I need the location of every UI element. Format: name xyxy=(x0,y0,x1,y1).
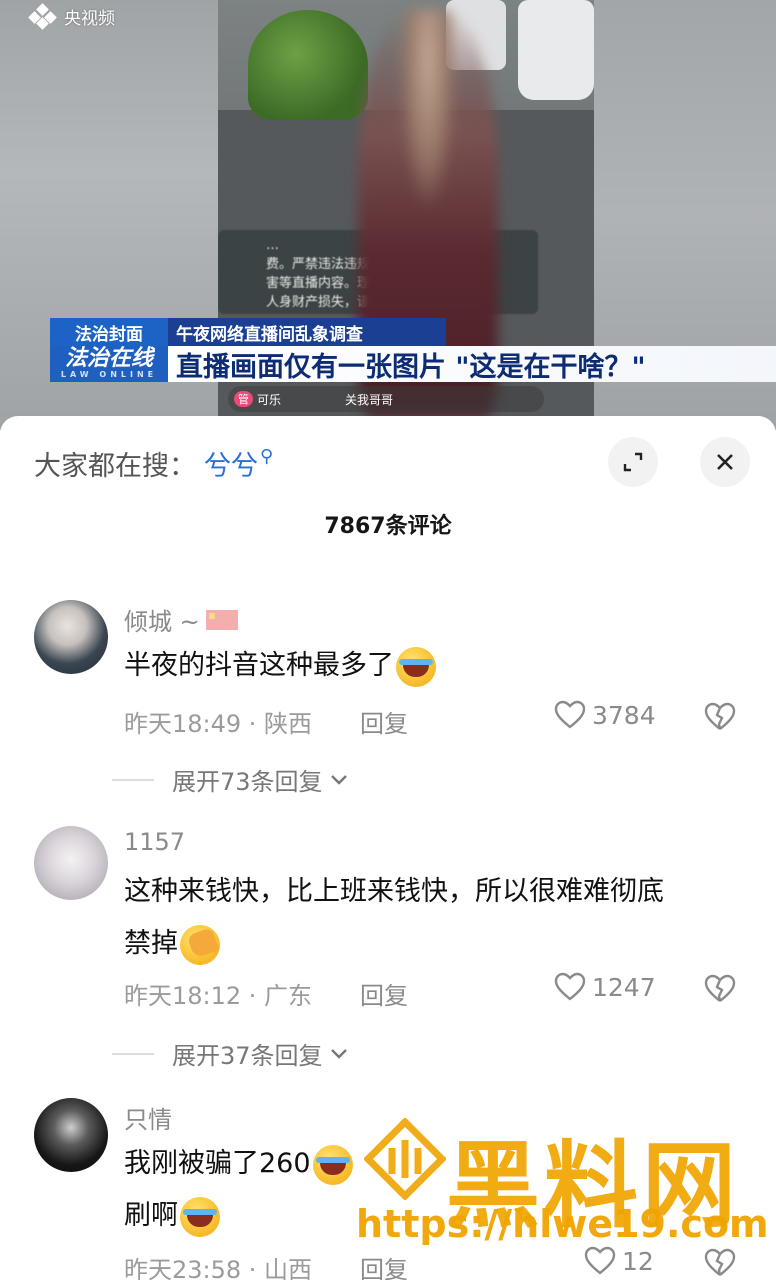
dislike-button[interactable] xyxy=(704,974,736,1008)
comment-meta: 昨天18:12 · 广东 回复 xyxy=(124,976,408,1011)
search-keyword[interactable]: 兮兮 xyxy=(204,444,258,483)
search-icon: ⚲ xyxy=(260,446,274,467)
like-button[interactable]: 12 xyxy=(584,1246,654,1276)
comment-meta: 昨天23:58 · 山西 回复 xyxy=(124,1250,408,1280)
comment-text-line: 刷啊 xyxy=(124,1200,178,1231)
dislike-button[interactable] xyxy=(704,1248,736,1280)
comment-time: 昨天18:49 · 陕西 xyxy=(124,710,313,738)
program-logo-text: 法治在线 xyxy=(64,346,153,371)
dislike-button[interactable] xyxy=(704,702,736,736)
program-logo: 法治在线 LAW ONLINE xyxy=(50,346,168,382)
comment-panel: 大家都在搜： 兮兮 ⚲ 7867条评论 倾城 ~ 半夜的抖音这种最多了 昨天18… xyxy=(0,416,776,1280)
comment-text-line: 禁掉 xyxy=(124,928,178,959)
channel-name: 央视频 xyxy=(64,9,115,29)
like-count: 3784 xyxy=(592,700,656,730)
like-button[interactable]: 3784 xyxy=(554,700,656,730)
crying-emoji-icon xyxy=(180,1196,220,1237)
username[interactable]: 只情 xyxy=(124,1100,172,1135)
crying-emoji-icon xyxy=(396,646,436,687)
username-text: 只情 xyxy=(124,1106,172,1134)
close-icon xyxy=(717,454,733,470)
comment-text: 这种来钱快，比上班来钱快，所以很难难彻底 禁掉 xyxy=(124,866,744,970)
bush xyxy=(248,10,368,120)
expand-replies-label: 展开37条回复 xyxy=(172,1042,323,1070)
comment-time: 昨天23:58 · 山西 xyxy=(124,1256,313,1280)
heart-icon xyxy=(554,972,586,1001)
broken-heart-icon xyxy=(704,974,736,1002)
comment-meta: 昨天18:49 · 陕西 回复 xyxy=(124,704,408,739)
expand-replies[interactable]: 展开37条回复 xyxy=(112,1036,349,1071)
live-comment-text: 关我哥哥 xyxy=(345,392,394,407)
chevron-down-icon xyxy=(330,1048,347,1059)
divider xyxy=(112,778,154,781)
username-text: 1157 xyxy=(124,828,186,856)
comment-time: 昨天18:12 · 广东 xyxy=(124,982,313,1010)
reply-button[interactable]: 回复 xyxy=(360,976,408,1011)
comment-text: 我刚被骗了260 刷啊 xyxy=(124,1138,744,1242)
program-logo-sub: LAW ONLINE xyxy=(60,370,158,379)
comment-text-line: 半夜的抖音这种最多了 xyxy=(124,650,394,681)
like-button[interactable]: 1247 xyxy=(554,972,656,1002)
comment-text-line: 我刚被骗了260 xyxy=(124,1148,311,1179)
trending-search[interactable]: 大家都在搜： 兮兮 ⚲ xyxy=(34,444,273,483)
expand-icon xyxy=(623,452,643,472)
news-ticker: 法治封面 午夜网络直播间乱象调查 法治在线 LAW ONLINE 直播画面仅有一… xyxy=(50,318,776,384)
live-comment: 管 可乐 关我哥哥 xyxy=(228,386,544,412)
username[interactable]: 1157 xyxy=(124,828,185,856)
avatar[interactable] xyxy=(34,1098,108,1172)
heart-icon xyxy=(554,700,586,729)
program-tag: 法治封面 xyxy=(50,318,168,346)
avatar[interactable] xyxy=(34,826,108,900)
flag-icon xyxy=(205,609,238,630)
comment-text: 半夜的抖音这种最多了 xyxy=(124,640,744,692)
car xyxy=(518,0,594,100)
channel-watermark: 央视频 xyxy=(28,2,115,30)
facepalm-emoji-icon xyxy=(180,924,220,965)
username[interactable]: 倾城 ~ xyxy=(124,602,238,637)
chevron-down-icon xyxy=(330,774,347,785)
cctv-logo-icon xyxy=(28,2,58,30)
like-count: 12 xyxy=(622,1246,654,1276)
like-count: 1247 xyxy=(592,972,656,1002)
divider xyxy=(112,1052,154,1055)
comment-text-line: 这种来钱快，比上班来钱快，所以很难难彻底 xyxy=(124,876,664,907)
expand-replies-label: 展开73条回复 xyxy=(172,768,323,796)
live-comment-user: 可乐 xyxy=(257,392,282,407)
comment-count: 7867条评论 xyxy=(324,514,452,539)
reply-button[interactable]: 回复 xyxy=(360,704,408,739)
video-player[interactable]: … 费。严禁违法违规… 害等直播内容。理性… 人身财产损失，谨防… 管 可乐 关… xyxy=(0,0,776,430)
crying-emoji-icon xyxy=(312,1144,353,1185)
username-text: 倾城 ~ xyxy=(124,608,200,636)
close-button[interactable] xyxy=(700,437,750,487)
expand-replies[interactable]: 展开73条回复 xyxy=(112,762,349,797)
fullscreen-button[interactable] xyxy=(608,437,658,487)
avatar[interactable] xyxy=(34,600,108,674)
ticker-headline: 直播画面仅有一张图片 "这是在干啥？" xyxy=(168,346,776,383)
ticker-subtitle: 午夜网络直播间乱象调查 xyxy=(168,318,446,346)
admin-badge: 管 xyxy=(234,391,253,407)
search-prefix: 大家都在搜： xyxy=(34,451,196,482)
broken-heart-icon xyxy=(704,702,736,730)
heart-icon xyxy=(584,1246,616,1275)
broken-heart-icon xyxy=(704,1248,736,1276)
reply-button[interactable]: 回复 xyxy=(360,1250,408,1280)
